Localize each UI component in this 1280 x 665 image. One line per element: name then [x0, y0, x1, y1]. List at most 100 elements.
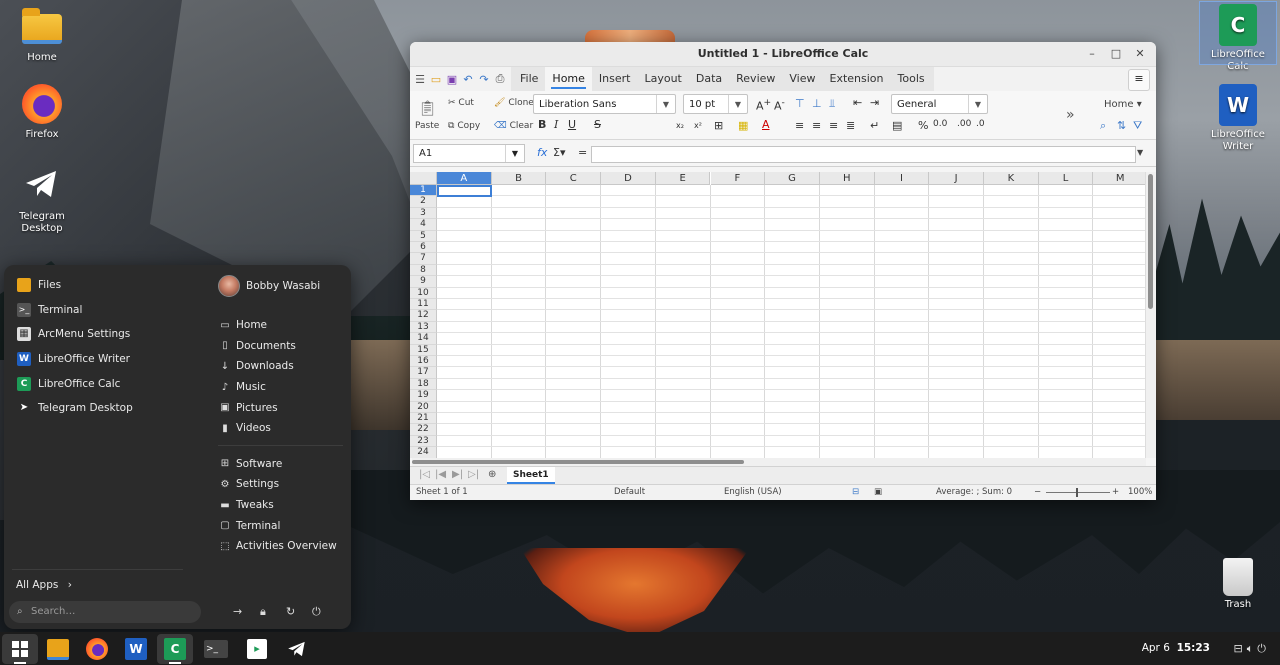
sort-icon[interactable]: ⇅	[1117, 119, 1126, 132]
column-header[interactable]: A	[437, 172, 492, 185]
tab-data[interactable]: Data	[689, 67, 729, 91]
borders-icon[interactable]: ⊞	[714, 119, 723, 132]
zoom-out-icon[interactable]: −	[1034, 487, 1041, 497]
system-software[interactable]: ⊞ Software	[218, 454, 343, 475]
app-item-libreoffice-writer[interactable]: W LibreOffice Writer	[14, 347, 204, 372]
user-account[interactable]: Bobby Wasabi	[218, 273, 343, 299]
column-header[interactable]: F	[710, 172, 766, 185]
cut-button[interactable]: ✂ Cut	[448, 98, 474, 108]
increase-indent-icon[interactable]: ⇥	[870, 96, 879, 109]
background-color-icon[interactable]: ▦	[738, 119, 748, 132]
search-input[interactable]: ⌕ Search…	[9, 601, 201, 623]
zoom-level[interactable]: 100%	[1128, 487, 1152, 497]
taskbar-telegram[interactable]	[279, 634, 315, 664]
place-downloads[interactable]: ↓ Downloads	[218, 356, 343, 377]
italic-button[interactable]: I	[554, 118, 558, 131]
paste-icon[interactable]: 📋︎	[418, 99, 437, 117]
language[interactable]: English (USA)	[724, 487, 782, 497]
column-header[interactable]: J	[929, 172, 984, 185]
row-header[interactable]: 21	[410, 413, 437, 425]
row-header[interactable]: 24	[410, 447, 437, 458]
grow-font-icon[interactable]: A+	[756, 97, 771, 113]
taskbar-libreoffice-writer[interactable]: W	[118, 634, 154, 664]
row-header[interactable]: 13	[410, 321, 437, 334]
shrink-font-icon[interactable]: A-	[774, 97, 785, 113]
lock-icon[interactable]: 🔒︎	[260, 605, 266, 619]
app-item-arcmenu-settings[interactable]: ▦ ArcMenu Settings	[14, 322, 204, 347]
vertical-scrollbar[interactable]	[1145, 172, 1156, 458]
justify-icon[interactable]: ≣	[846, 119, 855, 132]
column-header[interactable]: I	[874, 172, 930, 185]
column-header[interactable]: B	[491, 172, 547, 185]
row-header[interactable]: 19	[410, 390, 437, 402]
row-header[interactable]: 23	[410, 435, 437, 448]
power-icon[interactable]: ⏻	[312, 605, 321, 619]
arcmenu-button[interactable]	[2, 634, 38, 664]
app-item-files[interactable]: Files	[14, 273, 204, 298]
minimize-button[interactable]: –	[1080, 42, 1104, 66]
column-header[interactable]: H	[819, 172, 875, 185]
taskbar-terminal[interactable]: >_	[198, 634, 234, 664]
row-header[interactable]: 11	[410, 299, 437, 311]
place-home[interactable]: ▭ Home	[218, 315, 343, 336]
tab-tools[interactable]: Tools	[891, 67, 932, 91]
tab-file[interactable]: File	[513, 67, 545, 91]
row-header[interactable]: 7	[410, 253, 437, 265]
desktop-icon-firefox[interactable]: Firefox	[4, 84, 80, 141]
sum-icon[interactable]: Σ▾	[553, 146, 565, 159]
column-header[interactable]: L	[1038, 172, 1094, 185]
desktop-icon-home[interactable]: Home	[4, 8, 80, 64]
sheet-tab-sheet1[interactable]: Sheet1	[507, 467, 555, 484]
add-sheet-icon[interactable]: ⊕	[488, 469, 496, 480]
save-icon[interactable]: ▣	[445, 73, 459, 86]
hamburger-menu-button[interactable]: ≡	[1128, 69, 1150, 91]
desktop-icon-telegram[interactable]: Telegram Desktop	[4, 164, 80, 235]
place-pictures[interactable]: ▣ Pictures	[218, 397, 343, 418]
row-header[interactable]: 2	[410, 196, 437, 208]
open-icon[interactable]: ▭	[429, 73, 443, 86]
scrollbar-thumb[interactable]	[412, 460, 744, 464]
row-header[interactable]: 15	[410, 344, 437, 356]
copy-button[interactable]: ⧉ Copy	[448, 121, 480, 131]
spreadsheet-grid[interactable]: A B C D E F G H I J K L M 1 2 3 4 5 6 7 8 9 10 11 12 13 14 15 16 17 18…	[410, 172, 1146, 458]
column-header[interactable]: D	[601, 172, 656, 185]
number-format-combo[interactable]: General ▼	[891, 94, 988, 114]
system-terminal[interactable]: ▢ Terminal	[218, 515, 343, 536]
select-all-corner[interactable]	[410, 172, 437, 185]
taskbar-firefox[interactable]	[79, 634, 115, 664]
row-header[interactable]: 20	[410, 401, 437, 413]
selection-mode-icon[interactable]: ⊟	[852, 487, 859, 497]
column-header[interactable]: K	[984, 172, 1039, 185]
decrease-indent-icon[interactable]: ⇤	[853, 96, 862, 109]
place-music[interactable]: ♪ Music	[218, 377, 343, 398]
row-header[interactable]: 4	[410, 219, 437, 231]
column-header[interactable]: G	[765, 172, 820, 185]
clone-button[interactable]: 🖌︎ Clone	[494, 98, 534, 108]
align-middle-icon[interactable]: ⊥	[812, 97, 822, 110]
align-left-icon[interactable]: ≡	[795, 119, 804, 132]
font-name-combo[interactable]: Liberation Sans ▼	[533, 94, 676, 114]
bold-button[interactable]: B	[538, 118, 546, 131]
strikethrough-button[interactable]: S	[594, 118, 601, 131]
desktop-icon-libreoffice-writer[interactable]: W LibreOffice Writer	[1200, 84, 1276, 153]
place-documents[interactable]: ▯ Documents	[218, 336, 343, 357]
home-styles-dropdown[interactable]: Home ▾	[1104, 99, 1142, 110]
selection-summary[interactable]: Average: ; Sum: 0	[936, 487, 1012, 497]
taskbar-files[interactable]	[40, 634, 76, 664]
row-header[interactable]: 18	[410, 378, 437, 391]
row-header[interactable]: 5	[410, 230, 437, 242]
clear-button[interactable]: ⌫ Clear	[494, 121, 533, 131]
all-apps-button[interactable]: All Apps ›	[16, 579, 72, 591]
remove-decimal-icon[interactable]: .0	[976, 119, 985, 129]
taskbar-software[interactable]: ▸	[239, 634, 275, 664]
menu-icon[interactable]: ☰	[413, 73, 427, 86]
chevron-down-icon[interactable]: ▼	[505, 145, 524, 162]
app-item-telegram-desktop[interactable]: ➤ Telegram Desktop	[14, 396, 204, 421]
app-item-libreoffice-calc[interactable]: C LibreOffice Calc	[14, 371, 204, 396]
tab-layout[interactable]: Layout	[637, 67, 688, 91]
tab-review[interactable]: Review	[729, 67, 782, 91]
prev-sheet-icon[interactable]: |◀	[435, 469, 446, 480]
name-box[interactable]: A1 ▼	[413, 144, 525, 163]
active-cell-cursor[interactable]	[437, 185, 492, 197]
tab-extension[interactable]: Extension	[823, 67, 891, 91]
